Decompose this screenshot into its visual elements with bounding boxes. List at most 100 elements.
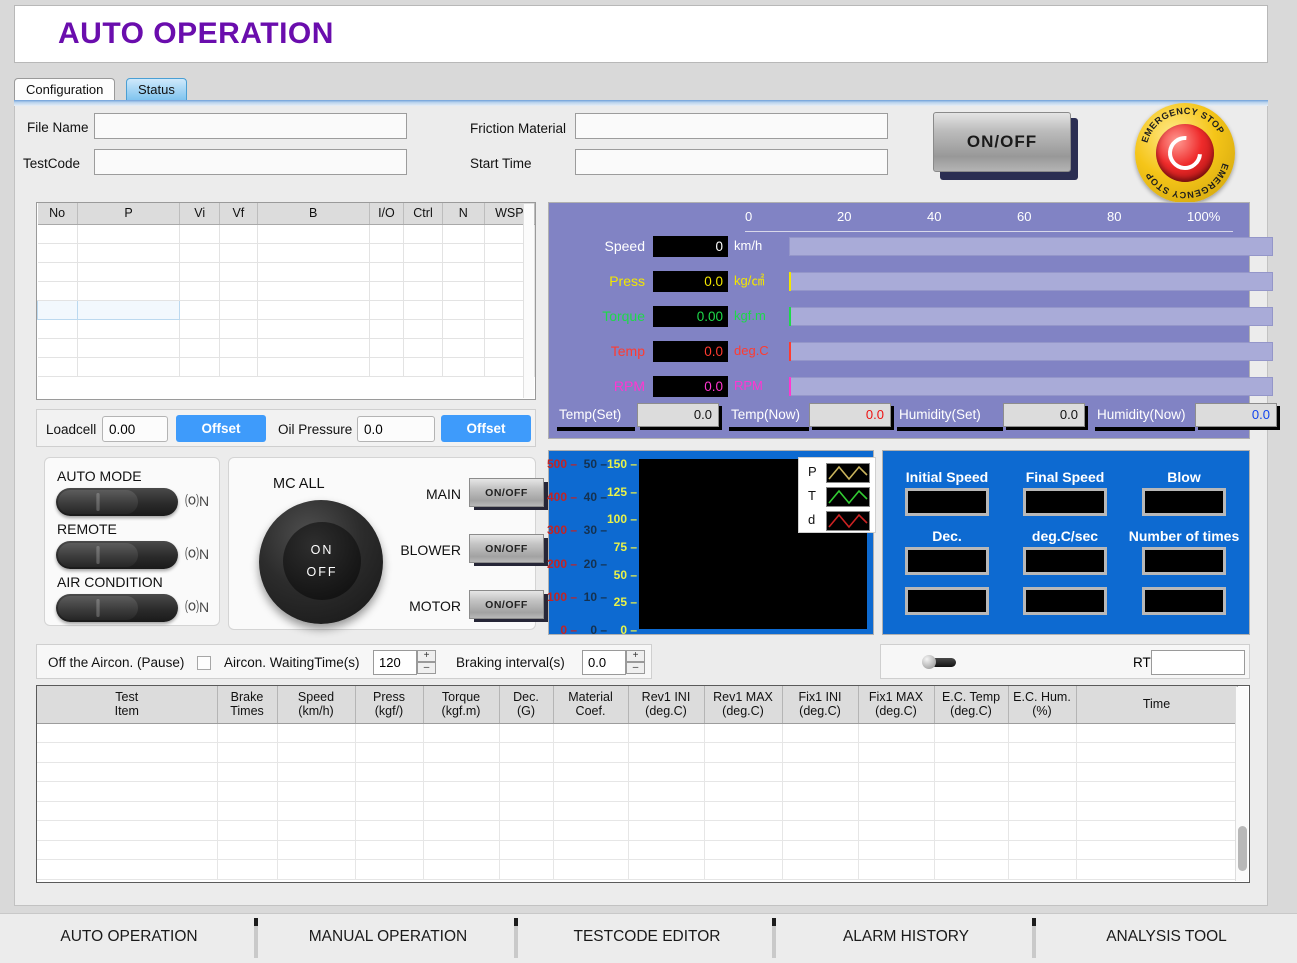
aircon-waiting-time-decrement[interactable]: –	[417, 662, 436, 674]
step-cell[interactable]	[38, 357, 78, 376]
results-cell[interactable]	[553, 840, 628, 860]
results-cell[interactable]	[628, 762, 704, 782]
step-cell[interactable]	[404, 357, 443, 376]
table-row[interactable]	[37, 821, 1237, 841]
results-cell[interactable]	[704, 860, 782, 880]
results-cell[interactable]	[217, 743, 277, 763]
results-cell[interactable]	[628, 801, 704, 821]
results-cell[interactable]	[499, 801, 553, 821]
env-value[interactable]: 0.0	[809, 403, 891, 427]
off-aircon-pause-checkbox[interactable]	[197, 656, 211, 670]
results-cell[interactable]	[355, 821, 423, 841]
results-cell[interactable]	[423, 743, 499, 763]
results-cell[interactable]	[1008, 860, 1076, 880]
step-cell[interactable]	[257, 357, 369, 376]
results-cell[interactable]	[858, 860, 934, 880]
results-cell[interactable]	[553, 782, 628, 802]
step-table-row[interactable]	[38, 224, 535, 243]
results-cell[interactable]	[782, 840, 858, 860]
results-cell[interactable]	[499, 743, 553, 763]
step-cell[interactable]	[180, 338, 220, 357]
results-cell[interactable]	[1076, 860, 1237, 880]
nav-item-testcode-editor[interactable]: TESTCODE EDITOR	[518, 914, 776, 960]
results-cell[interactable]	[1008, 782, 1076, 802]
results-col-4[interactable]: Torque(kgf.m)	[423, 686, 499, 723]
results-cell[interactable]	[858, 821, 934, 841]
file-name-input[interactable]	[94, 113, 407, 139]
mc-main-onoff-button[interactable]: ON/OFF	[469, 478, 549, 510]
braking-interval-decrement[interactable]: –	[626, 662, 645, 674]
param-value[interactable]	[1023, 488, 1107, 516]
results-cell[interactable]	[553, 762, 628, 782]
results-cell[interactable]	[355, 801, 423, 821]
results-cell[interactable]	[217, 801, 277, 821]
tab-configuration[interactable]: Configuration	[14, 78, 115, 101]
step-cell[interactable]	[404, 243, 443, 262]
results-cell[interactable]	[1008, 821, 1076, 841]
table-row[interactable]	[37, 782, 1237, 802]
step-cell[interactable]	[257, 281, 369, 300]
step-cell[interactable]	[404, 338, 443, 357]
results-cell[interactable]	[858, 840, 934, 860]
chart-legend-row[interactable]: P	[804, 462, 874, 484]
results-col-1[interactable]: BrakeTimes	[217, 686, 277, 723]
mc-motor-onoff-button[interactable]: ON/OFF	[469, 590, 549, 622]
results-cell[interactable]	[277, 860, 355, 880]
step-cell[interactable]	[257, 338, 369, 357]
table-row[interactable]	[37, 840, 1237, 860]
results-cell[interactable]	[217, 821, 277, 841]
emergency-stop-button[interactable]: EMERGENCY STOP EMERGENCY STOP	[1135, 103, 1235, 203]
loadcell-offset-button[interactable]: Offset	[176, 415, 266, 442]
results-cell[interactable]	[704, 840, 782, 860]
step-table[interactable]: NoPViVfBI/OCtrlNWSP	[36, 202, 536, 400]
results-col-2[interactable]: Speed(km/h)	[277, 686, 355, 723]
step-table-row[interactable]	[38, 300, 535, 319]
results-cell[interactable]	[934, 743, 1008, 763]
nav-item-alarm-history[interactable]: ALARM HISTORY	[776, 914, 1036, 960]
results-cell[interactable]	[423, 840, 499, 860]
testcode-input[interactable]	[94, 149, 407, 175]
step-cell[interactable]	[442, 319, 484, 338]
results-cell[interactable]	[1076, 801, 1237, 821]
table-row[interactable]	[37, 860, 1237, 880]
step-cell[interactable]	[180, 243, 220, 262]
step-cell[interactable]	[180, 319, 220, 338]
step-cell[interactable]	[77, 319, 180, 338]
results-cell[interactable]	[934, 723, 1008, 743]
results-cell[interactable]	[1008, 743, 1076, 763]
param-value[interactable]	[1142, 587, 1226, 615]
results-cell[interactable]	[553, 860, 628, 880]
aircon-waiting-time-increment[interactable]: +	[417, 650, 436, 662]
results-cell[interactable]	[628, 860, 704, 880]
step-cell[interactable]	[220, 338, 258, 357]
results-cell[interactable]	[277, 782, 355, 802]
step-cell[interactable]	[38, 262, 78, 281]
results-cell[interactable]	[423, 723, 499, 743]
table-row[interactable]	[37, 723, 1237, 743]
table-row[interactable]	[37, 762, 1237, 782]
braking-interval-increment[interactable]: +	[626, 650, 645, 662]
step-cell[interactable]	[404, 262, 443, 281]
results-col-12[interactable]: E.C. Hum.(%)	[1008, 686, 1076, 723]
results-cell[interactable]	[277, 821, 355, 841]
results-col-11[interactable]: E.C. Temp(deg.C)	[934, 686, 1008, 723]
results-cell[interactable]	[628, 821, 704, 841]
param-value[interactable]	[1142, 488, 1226, 516]
env-value[interactable]: 0.0	[1003, 403, 1085, 427]
results-cell[interactable]	[277, 723, 355, 743]
results-cell[interactable]	[782, 723, 858, 743]
results-cell[interactable]	[217, 762, 277, 782]
step-table-row[interactable]	[38, 357, 535, 376]
results-scrollbar[interactable]	[1235, 687, 1248, 881]
results-cell[interactable]	[355, 762, 423, 782]
results-cell[interactable]	[37, 821, 217, 841]
step-cell[interactable]	[38, 338, 78, 357]
step-col-0[interactable]: No	[38, 203, 78, 224]
results-cell[interactable]	[858, 723, 934, 743]
results-cell[interactable]	[553, 723, 628, 743]
results-cell[interactable]	[782, 743, 858, 763]
step-cell[interactable]	[220, 357, 258, 376]
results-cell[interactable]	[37, 762, 217, 782]
results-cell[interactable]	[499, 860, 553, 880]
step-cell[interactable]	[442, 224, 484, 243]
